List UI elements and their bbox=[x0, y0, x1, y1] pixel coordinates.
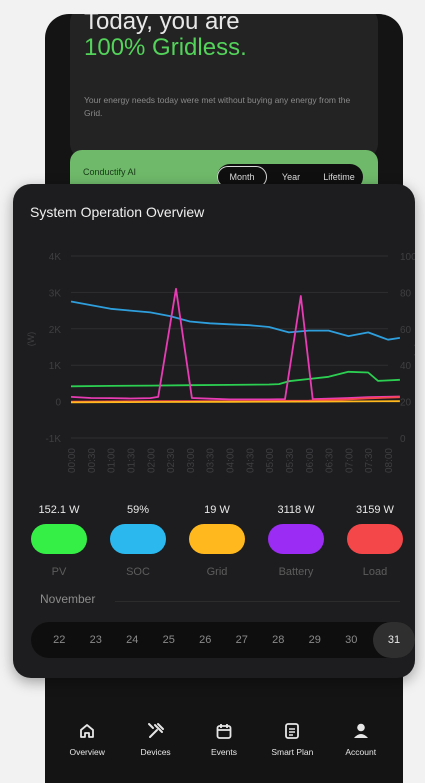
date-item-selected[interactable]: 31 bbox=[373, 622, 415, 658]
nav-overview[interactable]: Overview bbox=[57, 703, 117, 783]
stat-load-pill bbox=[347, 524, 403, 554]
date-item[interactable]: 25 bbox=[151, 634, 188, 646]
y-tick-left: 4K bbox=[49, 252, 62, 263]
stat-load[interactable]: 3159 W Load bbox=[341, 502, 409, 578]
stat-battery-value: 3118 W bbox=[277, 504, 315, 516]
stat-soc-value: 59% bbox=[126, 504, 150, 516]
calendar-icon bbox=[216, 724, 232, 739]
date-item[interactable]: 27 bbox=[224, 634, 261, 646]
nav-devices[interactable]: Devices bbox=[126, 703, 186, 783]
stat-soc-pill bbox=[110, 524, 166, 554]
bottom-nav: Overview Devices Events Smart Plan Accou… bbox=[45, 703, 403, 783]
x-tick-label: 05:00 bbox=[265, 448, 276, 473]
nav-smart-plan-label: Smart Plan bbox=[271, 747, 314, 757]
ai-card-title: Conductify AI bbox=[83, 167, 137, 177]
stat-pv[interactable]: 152.1 W PV bbox=[25, 502, 93, 578]
stat-soc-label: SOC bbox=[126, 566, 150, 578]
x-tick-label: 07:30 bbox=[364, 448, 375, 473]
y-tick-left: 0 bbox=[55, 398, 61, 409]
y-tick-right: 20 bbox=[400, 398, 412, 409]
stat-grid[interactable]: 19 W Grid bbox=[183, 502, 251, 578]
stat-pv-pill bbox=[31, 524, 87, 554]
y-tick-right: 100 bbox=[400, 252, 415, 263]
nav-events[interactable]: Events bbox=[194, 703, 254, 783]
x-tick-label: 00:00 bbox=[67, 448, 78, 473]
x-tick-label: 08:00 bbox=[384, 448, 395, 473]
stat-load-value: 3159 W bbox=[356, 504, 394, 516]
stat-grid-pill bbox=[189, 524, 245, 554]
home-icon bbox=[80, 724, 95, 738]
stats-row: 152.1 W PV 59% SOC 19 W Grid 3118 W Batt… bbox=[25, 502, 409, 578]
x-tick-label: 03:00 bbox=[186, 448, 197, 473]
x-tick-label: 01:30 bbox=[126, 448, 137, 473]
nav-account[interactable]: Account bbox=[331, 703, 391, 783]
x-tick-label: 02:30 bbox=[166, 448, 177, 473]
stat-load-label: Load bbox=[362, 566, 388, 578]
nav-account-label: Account bbox=[345, 747, 377, 757]
stat-battery[interactable]: 3118 W Battery bbox=[262, 502, 330, 578]
date-selector: 22 23 24 25 26 27 28 29 30 31 bbox=[31, 622, 415, 658]
hero-title: Today, you are bbox=[84, 14, 240, 35]
x-tick-label: 04:30 bbox=[245, 448, 256, 473]
power-chart: 4K 100 3K 80 2K 60 1K 40 0 20 -1K 0 (W) SOC (%) 00:00 0… bbox=[26, 252, 415, 473]
date-item[interactable]: 24 bbox=[114, 634, 151, 646]
date-item[interactable]: 30 bbox=[333, 634, 370, 646]
series-line bbox=[70, 300, 401, 341]
overview-title: System Operation Overview bbox=[30, 204, 205, 220]
stat-battery-label: Battery bbox=[278, 566, 314, 578]
y-tick-right: 60 bbox=[400, 325, 412, 336]
stat-soc[interactable]: 59% SOC bbox=[104, 502, 172, 578]
y-axis-label-right: SOC (%) bbox=[414, 321, 415, 357]
series-line bbox=[70, 287, 400, 401]
stat-pv-label: PV bbox=[51, 566, 67, 578]
date-item[interactable]: 22 bbox=[41, 634, 78, 646]
date-item[interactable]: 23 bbox=[78, 634, 115, 646]
y-tick-left: -1K bbox=[45, 434, 61, 445]
hero-subtitle: Your energy needs today were met without… bbox=[84, 95, 351, 118]
series-line bbox=[70, 370, 400, 388]
stat-grid-value: 19 W bbox=[204, 504, 230, 516]
x-tick-label: 04:00 bbox=[226, 448, 237, 473]
nav-events-label: Events bbox=[210, 747, 237, 757]
gridless-summary-card: Today, you are 100% Gridless. Your energ… bbox=[70, 14, 378, 158]
x-tick-label: 07:00 bbox=[344, 448, 355, 473]
y-tick-left: 3K bbox=[49, 288, 62, 299]
stat-pv-value: 152.1 W bbox=[38, 504, 80, 516]
x-tick-label: 00:30 bbox=[87, 448, 98, 473]
x-tick-label: 02:00 bbox=[146, 448, 157, 473]
date-item[interactable]: 26 bbox=[187, 634, 224, 646]
x-tick-label: 01:00 bbox=[107, 448, 118, 473]
nav-devices-label: Devices bbox=[140, 747, 171, 757]
period-lifetime-tab[interactable]: Lifetime bbox=[315, 172, 363, 182]
date-item[interactable]: 28 bbox=[260, 634, 297, 646]
x-tick-label: 06:00 bbox=[305, 448, 316, 473]
stat-battery-pill bbox=[268, 524, 324, 554]
x-tick-label: 03:30 bbox=[206, 448, 217, 473]
user-icon bbox=[353, 723, 368, 738]
document-icon bbox=[285, 723, 300, 739]
y-axis-label-left: (W) bbox=[26, 332, 36, 347]
nav-smart-plan[interactable]: Smart Plan bbox=[262, 703, 322, 783]
month-label: November bbox=[40, 592, 96, 606]
period-year-tab[interactable]: Year bbox=[267, 172, 315, 182]
stat-grid-label: Grid bbox=[206, 566, 228, 578]
system-operation-overview-panel: System Operation Overview 4K 100 3K 80 2K 60 1… bbox=[13, 184, 415, 678]
date-item[interactable]: 29 bbox=[297, 634, 334, 646]
x-tick-label: 05:30 bbox=[285, 448, 296, 473]
x-tick-label: 06:30 bbox=[325, 448, 336, 473]
nav-overview-label: Overview bbox=[69, 747, 105, 757]
y-tick-right: 0 bbox=[400, 434, 406, 445]
tools-icon bbox=[147, 723, 164, 738]
y-tick-left: 2K bbox=[49, 325, 62, 336]
y-tick-left: 1K bbox=[49, 361, 62, 372]
month-divider bbox=[115, 601, 400, 602]
y-tick-right: 40 bbox=[400, 361, 412, 372]
series-line bbox=[70, 400, 400, 404]
y-tick-right: 80 bbox=[400, 288, 412, 299]
hero-title-green: 100% Gridless. bbox=[84, 34, 247, 61]
